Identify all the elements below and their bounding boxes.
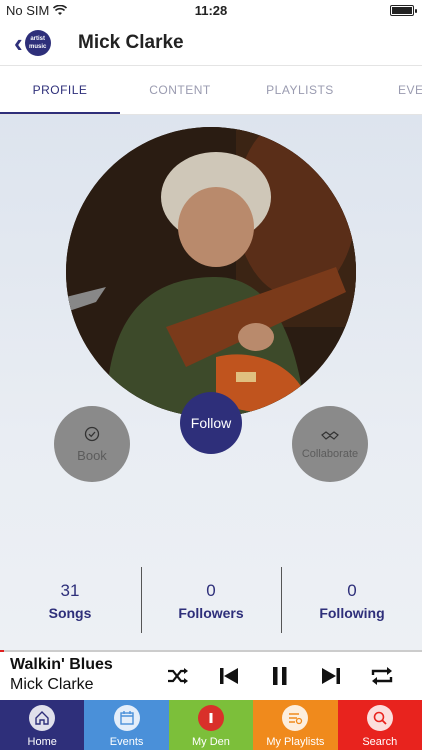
tab-bar: PROFILE CONTENT PLAYLISTS EVE: [0, 67, 422, 115]
nav-my-den-label: My Den: [192, 736, 230, 748]
nav-events-label: Events: [109, 736, 144, 748]
tab-profile[interactable]: PROFILE: [0, 67, 120, 114]
stats-row: 31 Songs 0 Followers 0 Following: [0, 565, 422, 635]
den-icon: [197, 705, 224, 731]
nav-search-label: Search: [362, 736, 398, 748]
tab-content[interactable]: CONTENT: [120, 67, 240, 114]
status-bar: No SIM 11:28: [0, 0, 422, 20]
mini-player: Walkin' Blues Mick Clarke: [0, 652, 422, 700]
bottom-nav: Home Events My Den My Playlists Search: [0, 700, 422, 750]
track-title[interactable]: Walkin' Blues: [10, 656, 113, 674]
nav-my-playlists[interactable]: My Playlists: [253, 700, 338, 750]
chevron-left-icon: ‹: [14, 28, 23, 58]
stat-following[interactable]: 0 Following: [282, 565, 422, 635]
nav-bar: ‹ artist music Mick Clarke: [0, 20, 422, 66]
stat-followers[interactable]: 0 Followers: [141, 565, 281, 635]
playlist-icon: [282, 705, 309, 731]
shuffle-icon[interactable]: [163, 662, 193, 690]
back-button[interactable]: ‹ artist music: [14, 28, 64, 58]
repeat-icon[interactable]: [367, 662, 397, 690]
tab-events[interactable]: EVE: [360, 67, 422, 114]
nav-my-den[interactable]: My Den: [168, 700, 254, 750]
following-label: Following: [319, 605, 385, 621]
artist-photo: [66, 127, 356, 417]
track-artist[interactable]: Mick Clarke: [10, 676, 94, 694]
nav-my-playlists-label: My Playlists: [266, 736, 325, 748]
previous-icon[interactable]: [214, 662, 244, 690]
battery-icon: [390, 5, 417, 16]
nav-events[interactable]: Events: [84, 700, 169, 750]
collaborate-label: Collaborate: [301, 447, 359, 460]
nav-search[interactable]: Search: [337, 700, 422, 750]
book-button[interactable]: Book: [54, 406, 130, 482]
next-icon[interactable]: [316, 662, 346, 690]
check-circle-icon: [84, 426, 100, 445]
pause-icon[interactable]: [265, 662, 295, 690]
app-logo: artist music: [24, 30, 51, 56]
handshake-icon: [321, 429, 339, 445]
nav-home[interactable]: Home: [0, 700, 85, 750]
nav-home-label: Home: [27, 736, 57, 748]
home-icon: [29, 705, 56, 731]
book-label: Book: [77, 447, 107, 463]
search-icon: [366, 705, 393, 731]
stat-songs[interactable]: 31 Songs: [0, 565, 140, 635]
collaborate-button[interactable]: Collaborate: [292, 406, 368, 482]
tab-playlists[interactable]: PLAYLISTS: [240, 67, 360, 114]
followers-count: 0: [206, 581, 216, 600]
profile-section: Book Collaborate Follow 31 Songs 0 Follo…: [0, 115, 422, 650]
follow-label: Follow: [190, 415, 232, 431]
following-count: 0: [347, 581, 357, 600]
songs-label: Songs: [48, 605, 92, 621]
songs-count: 31: [60, 581, 80, 600]
status-time: 11:28: [194, 3, 228, 18]
calendar-icon: [113, 705, 140, 731]
page-title: Mick Clarke: [78, 32, 184, 53]
follow-button[interactable]: Follow: [180, 392, 242, 454]
artist-avatar: [66, 127, 356, 417]
followers-label: Followers: [178, 605, 244, 621]
